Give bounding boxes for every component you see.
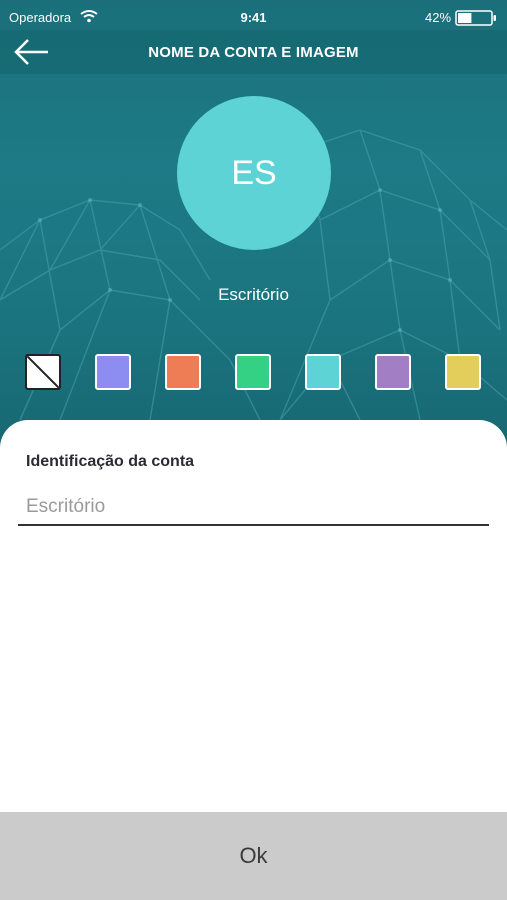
account-id-input[interactable]: [18, 490, 489, 526]
color-swatch-orange[interactable]: [165, 354, 201, 390]
navigation-bar: NOME DA CONTA E IMAGEM: [0, 30, 507, 74]
color-swatch-none[interactable]: [25, 354, 61, 390]
color-swatch-lavender[interactable]: [95, 354, 131, 390]
avatar[interactable]: ES: [177, 96, 331, 250]
account-name: Escritório: [218, 285, 289, 304]
page-title: NOME DA CONTA E IMAGEM: [148, 44, 359, 61]
color-swatch-turquoise[interactable]: [305, 354, 341, 390]
form-sheet: [0, 420, 507, 812]
color-swatch-yellow[interactable]: [445, 354, 481, 390]
battery-level-fill: [458, 13, 472, 23]
ok-button[interactable]: Ok: [0, 812, 507, 900]
battery-icon: [455, 10, 496, 26]
color-swatch-green[interactable]: [235, 354, 271, 390]
color-swatch-purple[interactable]: [375, 354, 411, 390]
account-id-label: Identificação da conta: [26, 453, 195, 470]
battery-percent: 42%: [425, 10, 452, 25]
no-color-icon: [27, 356, 59, 388]
avatar-initials: ES: [231, 153, 277, 192]
